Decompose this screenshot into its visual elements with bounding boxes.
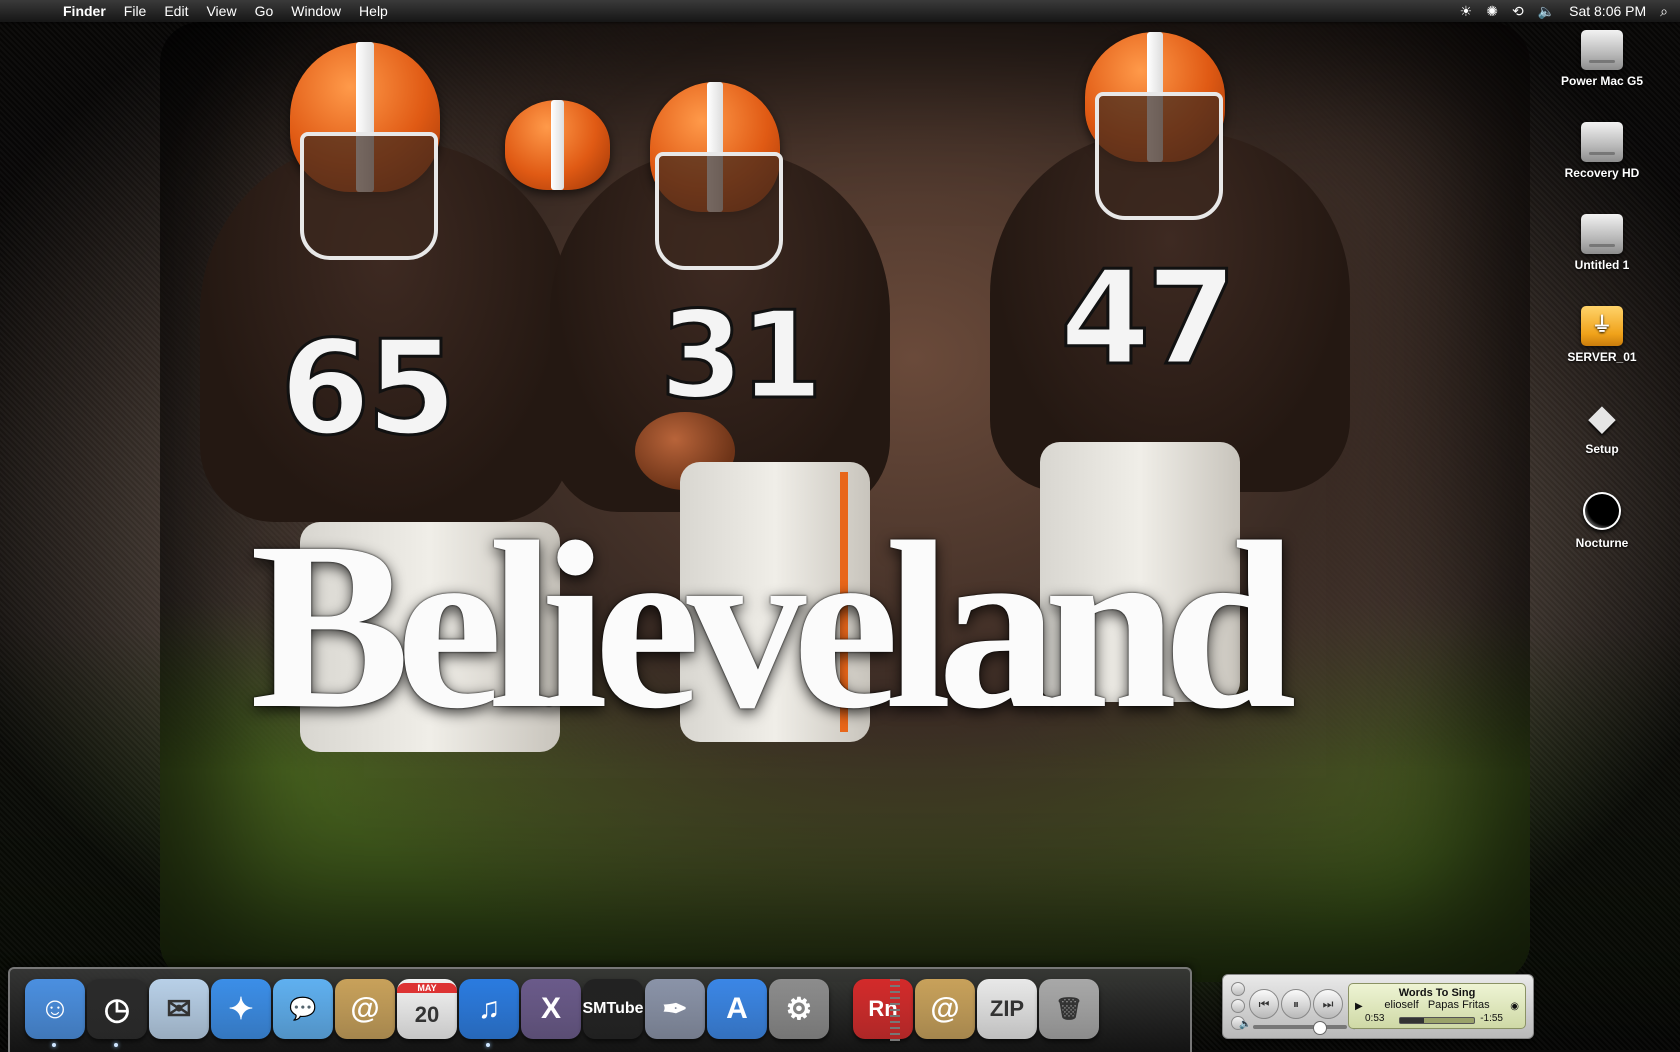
believeland-headline: Believeland	[250, 492, 1297, 758]
time-machine-icon[interactable]: ⟲	[1512, 0, 1524, 22]
mail-folder-icon: @	[930, 992, 960, 1025]
zip-archive-icon: ZIP	[989, 996, 1025, 1021]
jersey-number: 31	[659, 286, 825, 428]
remaining-time: -1:55	[1480, 1013, 1503, 1024]
brightness-icon[interactable]: ☀	[1460, 0, 1473, 22]
helmet-back	[505, 100, 610, 190]
dock-item-rn[interactable]: Rn	[853, 979, 913, 1039]
dock-item-trash[interactable]: 🗑	[1039, 979, 1099, 1039]
spotlight-search-icon[interactable]: ⌕	[1660, 0, 1668, 22]
dock-item-address-book[interactable]: @	[335, 979, 395, 1039]
dashboard-icon: ◷	[103, 992, 131, 1026]
smtube-icon: SMTube	[582, 1000, 644, 1017]
hard-disk-icon	[1581, 122, 1623, 162]
calendar-month: MAY	[397, 983, 457, 993]
address-book-icon: @	[350, 992, 380, 1025]
desktop-icon-recovery-hd[interactable]: Recovery HD	[1542, 122, 1662, 180]
menu-clock[interactable]: Sat 8:06 PM	[1569, 0, 1646, 22]
pause-button[interactable]: ⏸	[1281, 989, 1311, 1019]
desktop-icon-label: SERVER_01	[1567, 350, 1637, 364]
desktop: 65 31 47 Believeland	[0, 0, 1680, 1050]
mail-stamp-icon: ✉	[166, 992, 192, 1026]
progress-fill	[1400, 1018, 1425, 1023]
elapsed-time: 0:53	[1365, 1013, 1385, 1024]
dock-separator[interactable]	[890, 979, 900, 1041]
progress-bar[interactable]	[1399, 1017, 1475, 1024]
usb-drive-icon: ⏚	[1581, 306, 1623, 346]
next-track-button[interactable]: ⏭	[1313, 989, 1343, 1019]
menu-edit[interactable]: Edit	[155, 0, 197, 22]
desktop-icon-nocturne[interactable]: Nocturne	[1542, 492, 1662, 550]
dock: ☺ ◷ ✉ ✦ 💬 @ MAY 20 ♫ X SMTube ✒ A ⚙ Rn @ ZIP 🗑	[8, 967, 1192, 1052]
nocturne-icon	[1583, 492, 1621, 530]
dock-item-zip-archive[interactable]: ZIP	[977, 979, 1037, 1039]
volume-slider[interactable]	[1253, 1021, 1347, 1035]
dock-item-ichat[interactable]: 💬	[273, 979, 333, 1039]
volume-icon[interactable]: 🔈	[1538, 0, 1555, 22]
volume-low-icon: 🔈	[1239, 1019, 1252, 1030]
song-album: Papas Fritas	[1427, 999, 1490, 1011]
itunes-controller: ⏮ ⏸ ⏭ 🔈 🔊 Words To Sing elioself Papas F…	[1222, 974, 1534, 1039]
previous-track-button[interactable]: ⏮	[1249, 989, 1279, 1019]
hard-disk-icon	[1581, 214, 1623, 254]
jersey-number: 65	[279, 311, 459, 466]
menu-list: Finder File Edit View Go Window Help	[54, 0, 397, 22]
dock-item-system-preferences[interactable]: ⚙	[769, 979, 829, 1039]
dock-item-itunes[interactable]: ♫	[459, 979, 519, 1047]
desktop-icon-untitled-1[interactable]: Untitled 1	[1542, 214, 1662, 272]
menu-bar: Finder File Edit View Go Window Help ☀ ✺…	[0, 0, 1680, 22]
script-editor-icon: ✒	[662, 992, 688, 1026]
dock-item-finder[interactable]: ☺	[25, 979, 85, 1047]
dock-item-dashboard[interactable]: ◷	[87, 979, 147, 1047]
bluebird-icon: ✦	[228, 992, 254, 1026]
desktop-icon-label: Power Mac G5	[1560, 74, 1644, 88]
dock-item-smtube[interactable]: SMTube	[582, 979, 644, 1039]
menu-view[interactable]: View	[197, 0, 245, 22]
dock-item-script-editor[interactable]: ✒	[645, 979, 705, 1039]
dock-item-app-store[interactable]: A	[707, 979, 767, 1039]
menu-file[interactable]: File	[115, 0, 156, 22]
desktop-icon-label: Nocturne	[1575, 536, 1629, 550]
running-indicator	[52, 1043, 56, 1047]
dock-item-calendar[interactable]: MAY 20	[397, 979, 457, 1039]
app-store-icon: A	[726, 992, 748, 1025]
running-indicator	[486, 1043, 490, 1047]
song-title: Words To Sing	[1398, 987, 1476, 999]
window-minimize-dot[interactable]	[1231, 999, 1245, 1013]
dock-item-mail-folder[interactable]: @	[915, 979, 975, 1039]
trash-icon: 🗑	[1055, 996, 1083, 1021]
menu-window[interactable]: Window	[282, 0, 350, 22]
desktop-icon-power-mac-g5[interactable]: Power Mac G5	[1542, 30, 1662, 88]
dock-item-bluebird[interactable]: ✦	[211, 979, 271, 1039]
finder-icon: ☺	[39, 992, 71, 1025]
now-playing-display: Words To Sing elioself Papas Fritas ▶ 0:…	[1348, 983, 1526, 1029]
menu-go[interactable]: Go	[246, 0, 283, 22]
menu-help[interactable]: Help	[350, 0, 397, 22]
gear-icon[interactable]: ✺	[1486, 0, 1498, 22]
xcode-icon: X	[540, 992, 561, 1025]
dock-item-mail-stamp[interactable]: ✉	[149, 979, 209, 1039]
ichat-icon: 💬	[289, 996, 317, 1021]
display-toggle-icon[interactable]: ◉	[1510, 1001, 1519, 1012]
calendar-icon: 20	[414, 1002, 440, 1027]
running-indicator	[114, 1043, 118, 1047]
song-artist: elioself	[1384, 999, 1419, 1011]
desktop-icon-server-01[interactable]: ⏚ SERVER_01	[1542, 306, 1662, 364]
volume-knob[interactable]	[1313, 1021, 1327, 1035]
dock-item-xcode[interactable]: X	[521, 979, 581, 1039]
hard-disk-icon	[1581, 30, 1623, 70]
desktop-icon-label: Setup	[1585, 442, 1619, 456]
desktop-icon-label: Untitled 1	[1574, 258, 1630, 272]
installer-icon: ◆	[1588, 399, 1616, 437]
song-artist-album: elioself Papas Fritas	[1349, 999, 1525, 1011]
desktop-icon-setup[interactable]: ◆ Setup	[1542, 398, 1662, 456]
jersey-number: 47	[1059, 241, 1239, 396]
system-preferences-icon: ⚙	[785, 992, 813, 1026]
window-close-dot[interactable]	[1231, 982, 1245, 996]
play-status-icon: ▶	[1355, 1001, 1363, 1012]
desktop-icon-label: Recovery HD	[1564, 166, 1640, 180]
menu-extras: ☀ ✺ ⟲ 🔈 Sat 8:06 PM ⌕	[1460, 0, 1668, 22]
menu-app-finder[interactable]: Finder	[54, 0, 115, 22]
itunes-icon: ♫	[477, 992, 501, 1025]
